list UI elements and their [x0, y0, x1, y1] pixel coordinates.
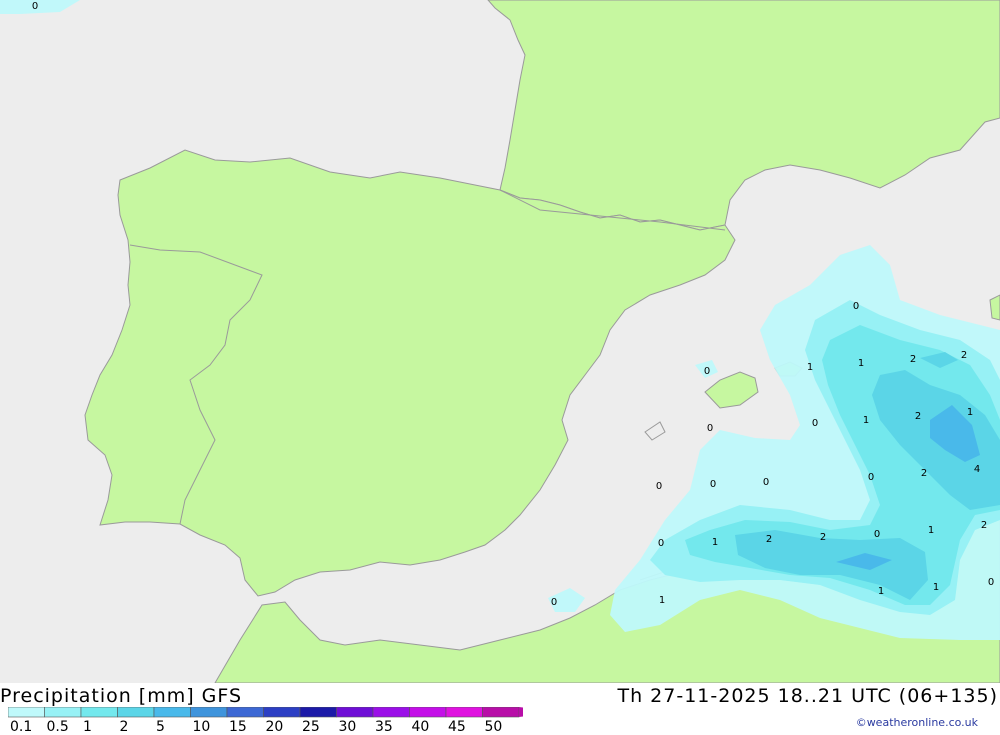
contour-label: 2 — [961, 350, 967, 361]
contour-label: 2 — [915, 411, 921, 422]
contour-label: 0 — [988, 577, 994, 588]
legend-color-cell — [153, 707, 191, 718]
contour-label: 0 — [710, 479, 716, 490]
contour-label: 2 — [921, 468, 927, 479]
legend-color-cell — [445, 707, 483, 718]
contour-label: 0 — [707, 423, 713, 434]
contour-label: 0 — [656, 481, 662, 492]
credit-link[interactable]: ©weatheronline.co.uk — [856, 716, 978, 729]
contour-label: 0 — [874, 529, 880, 540]
legend-color-cell — [299, 707, 337, 718]
contour-label: 1 — [878, 586, 884, 597]
legend-color-cell — [226, 707, 264, 718]
contour-label: 2 — [820, 532, 826, 543]
precipitation-map: 0 0 1 1 2 2 0 1 2 1 0 0 0 0 2 4 0 0 0 0 … — [0, 0, 1000, 683]
contour-label: 2 — [766, 534, 772, 545]
legend-color-cell — [8, 707, 45, 718]
legend-color-cell — [409, 707, 447, 718]
contour-label: 0 — [32, 1, 38, 12]
contour-label: 1 — [858, 358, 864, 369]
contour-label: 1 — [933, 582, 939, 593]
legend-color-cell — [190, 707, 228, 718]
island-sardinia — [989, 294, 1000, 321]
legend-colorbar — [8, 707, 523, 718]
legend-color-cell — [80, 707, 118, 718]
contour-label: 0 — [853, 301, 859, 312]
legend-color-cell — [117, 707, 155, 718]
contour-label: 1 — [863, 415, 869, 426]
contour-label: 0 — [812, 418, 818, 429]
contour-label: 2 — [910, 354, 916, 365]
valid-time: Th 27-11-2025 18..21 UTC (06+135) — [617, 685, 998, 707]
map-footer: Precipitation [mm] GFS Th 27-11-2025 18.… — [0, 683, 1000, 735]
legend-color-cell — [482, 707, 520, 718]
contour-label: 0 — [704, 366, 710, 377]
legend-color-cell — [336, 707, 374, 718]
legend-arrow — [519, 707, 523, 717]
legend-color-cell — [44, 707, 82, 718]
contour-label: 0 — [658, 538, 664, 549]
contour-label: 2 — [981, 520, 987, 531]
legend-ticks: 0.1 0.5 1 2 5 10 15 20 25 30 35 40 45 50 — [0, 719, 520, 735]
contour-label: 1 — [807, 362, 813, 373]
contour-label: 1 — [659, 595, 665, 606]
legend-color-cell — [263, 707, 301, 718]
contour-label: 0 — [868, 472, 874, 483]
contour-label: 1 — [928, 525, 934, 536]
map-title: Precipitation [mm] GFS — [0, 685, 243, 707]
legend-color-cell — [372, 707, 410, 718]
contour-label: 1 — [712, 537, 718, 548]
contour-label: 1 — [967, 407, 973, 418]
contour-label: 4 — [974, 464, 980, 475]
contour-label: 0 — [551, 597, 557, 608]
